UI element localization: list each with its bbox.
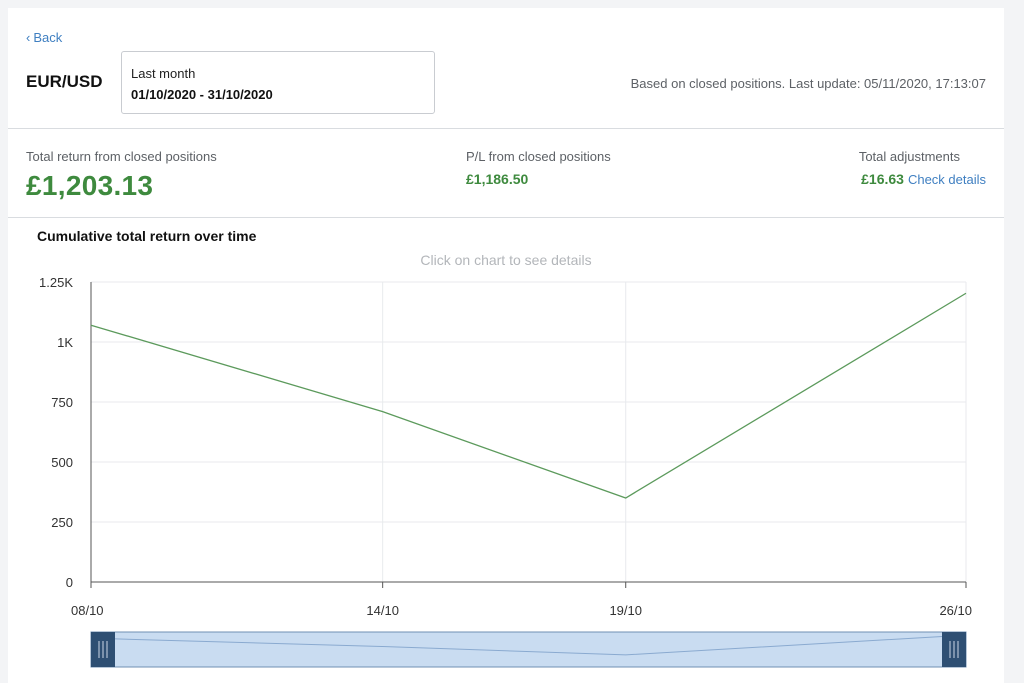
y-tick-label: 750 [51, 395, 73, 410]
x-tick-label: 26/10 [939, 603, 972, 618]
return-series-line[interactable] [90, 292, 967, 499]
y-tick-label: 1.25K [39, 275, 73, 290]
chart-grid [91, 281, 967, 582]
y-tick-label: 0 [66, 575, 73, 590]
navigator-handle-left[interactable] [91, 632, 115, 667]
range-navigator[interactable] [90, 631, 967, 668]
navigator-handle-right[interactable] [942, 632, 966, 667]
chart-series[interactable] [90, 292, 967, 499]
y-tick-label: 500 [51, 455, 73, 470]
y-tick-label: 1K [57, 335, 73, 350]
x-tick-label: 08/10 [71, 603, 104, 618]
chart-axes: 0 250 500 750 1K 1.25K 08/10 14/10 19/10 26/10 [39, 275, 972, 618]
x-tick-label: 19/10 [609, 603, 642, 618]
navigator-window[interactable] [90, 631, 967, 668]
y-tick-label: 250 [51, 515, 73, 530]
x-tick-label: 14/10 [366, 603, 399, 618]
cumulative-return-chart[interactable]: 0 250 500 750 1K 1.25K 08/10 14/10 19/10 26/10 [0, 0, 1024, 683]
